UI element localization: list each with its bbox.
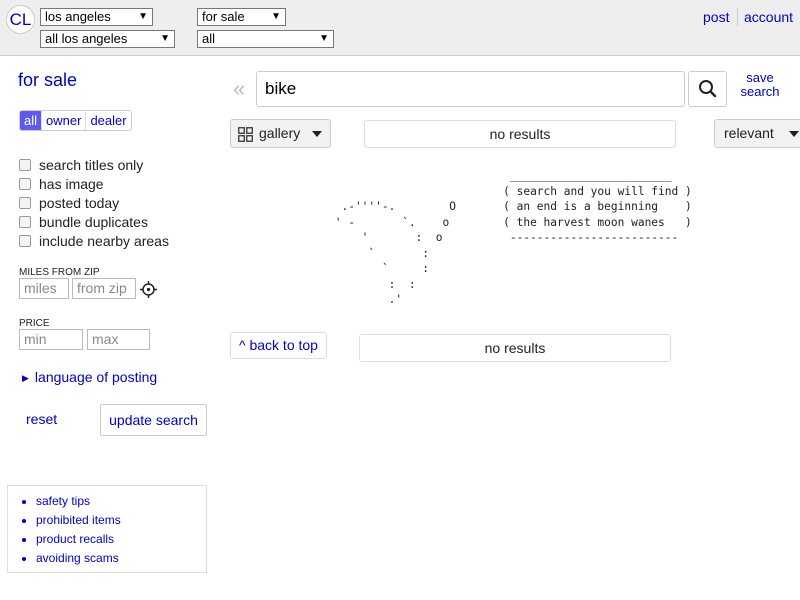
avoiding-scams-link[interactable]: avoiding scams [36, 549, 121, 568]
checkbox-label: include nearby areas [39, 233, 169, 249]
save-search-link[interactable]: save search [740, 71, 780, 99]
collapse-sidebar-icon[interactable]: « [233, 78, 245, 100]
post-link[interactable]: post [703, 9, 729, 25]
checkbox[interactable] [19, 197, 31, 209]
checkbox-label: bundle duplicates [39, 214, 148, 230]
search-input[interactable]: bike [256, 71, 685, 107]
miles-from-zip-label: MILES FROM ZIP [19, 267, 100, 278]
search-button[interactable] [688, 71, 727, 107]
safety-tips-link[interactable]: safety tips [36, 492, 121, 511]
site-header: CL los angeles ▼ all los angeles ▼ for s… [0, 0, 800, 56]
subarea-select-value: all los angeles [45, 31, 128, 46]
safety-links-list: safety tips prohibited items product rec… [8, 492, 121, 568]
min-price-input[interactable]: min [19, 329, 83, 350]
zip-input[interactable]: from zip [72, 278, 136, 299]
posted-today-option[interactable]: posted today [19, 194, 119, 212]
product-recalls-link[interactable]: product recalls [36, 530, 121, 549]
bundle-duplicates-option[interactable]: bundle duplicates [19, 213, 148, 231]
craigslist-logo[interactable]: CL [6, 5, 35, 34]
view-mode-select[interactable]: gallery [230, 119, 331, 148]
seller-type-dealer[interactable]: dealer [86, 111, 130, 130]
subcategory-select-value: all [202, 31, 216, 46]
results-count: no results [364, 120, 676, 148]
include-nearby-areas-option[interactable]: include nearby areas [19, 232, 169, 250]
sort-select[interactable]: relevant [714, 119, 800, 148]
update-search-button[interactable]: update search [100, 404, 207, 436]
checkbox[interactable] [19, 235, 31, 247]
search-titles-only-option[interactable]: search titles only [19, 156, 143, 174]
account-link[interactable]: account [744, 9, 793, 25]
category-select-value: for sale [202, 9, 245, 24]
checkbox-label: search titles only [39, 157, 144, 173]
miles-input[interactable]: miles [19, 278, 69, 299]
checkbox[interactable] [19, 178, 31, 190]
sort-label: relevant [724, 125, 774, 141]
dropdown-arrow-icon: ▼ [138, 11, 148, 22]
seller-type-all[interactable]: all [20, 111, 43, 130]
category-select[interactable]: for sale ▼ [197, 8, 286, 26]
category-title[interactable]: for sale [18, 70, 77, 91]
checkbox[interactable] [19, 159, 31, 171]
reset-link[interactable]: reset [26, 411, 57, 427]
price-label: PRICE [19, 318, 50, 329]
view-mode-label: gallery [259, 125, 301, 141]
back-to-top-button[interactable]: ^ back to top [230, 332, 327, 359]
prohibited-items-link[interactable]: prohibited items [36, 511, 121, 530]
gallery-grid-icon [238, 127, 253, 142]
subarea-select[interactable]: all los angeles ▼ [40, 30, 175, 48]
subcategory-select[interactable]: all ▼ [197, 30, 334, 48]
has-image-option[interactable]: has image [19, 175, 104, 193]
checkbox[interactable] [19, 216, 31, 228]
search-icon [699, 80, 717, 98]
checkbox-label: posted today [39, 195, 120, 211]
dropdown-arrow-icon: ▼ [160, 33, 170, 44]
chevron-down-icon [789, 131, 799, 137]
seller-type-owner[interactable]: owner [42, 111, 87, 130]
expand-triangle-icon: ▶ [22, 373, 29, 383]
dropdown-arrow-icon: ▼ [271, 11, 281, 22]
area-select-value: los angeles [45, 9, 111, 24]
chevron-down-icon [312, 131, 322, 137]
bottom-results-count: no results [359, 334, 671, 362]
locate-me-icon[interactable] [140, 281, 157, 298]
header-divider [737, 8, 738, 26]
seller-type-toggle: all owner dealer [19, 110, 132, 131]
area-select[interactable]: los angeles ▼ [40, 8, 153, 26]
checkbox-label: has image [39, 176, 104, 192]
max-price-input[interactable]: max [87, 329, 150, 350]
safety-links-box: safety tips prohibited items product rec… [7, 485, 207, 573]
language-of-posting-label: language of posting [34, 369, 158, 385]
dropdown-arrow-icon: ▼ [319, 33, 329, 44]
no-results-ascii-art: ________________________ ( search and yo… [334, 169, 692, 306]
language-of-posting-toggle[interactable]: ▶ language of posting [22, 369, 157, 385]
